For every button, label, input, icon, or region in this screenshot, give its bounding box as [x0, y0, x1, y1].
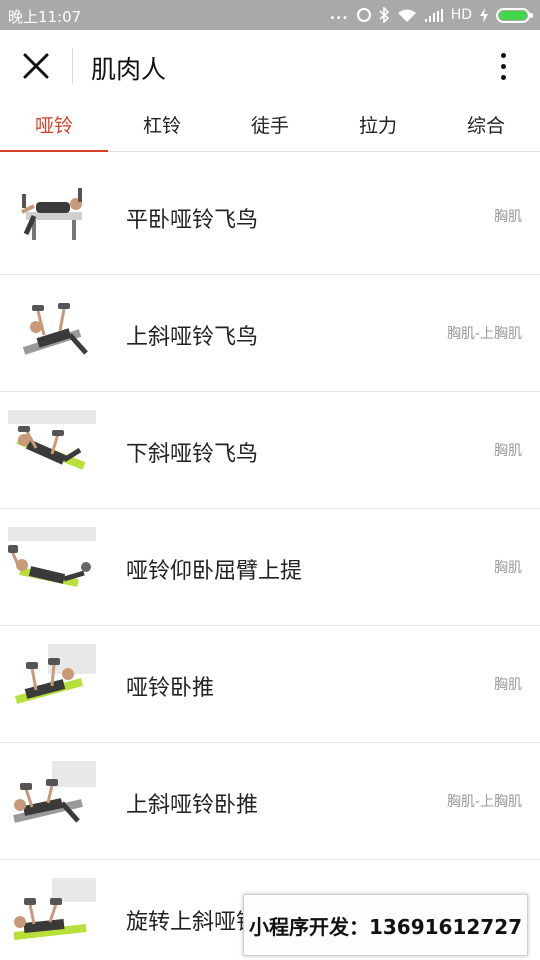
exercise-thumbnail: [8, 410, 96, 490]
list-item[interactable]: 平卧哑铃飞鸟 胸肌: [0, 158, 540, 275]
muscle-tag: 胸肌: [494, 443, 522, 459]
exercise-list: 平卧哑铃飞鸟 胸肌 上斜哑铃飞鸟 胸肌-上胸肌 下斜哑铃飞鸟 胸肌 哑铃仰卧屈臂…: [0, 158, 540, 960]
wifi-icon: [397, 9, 416, 22]
exercise-name: 上斜哑铃卧推: [126, 793, 259, 818]
tab-bodyweight[interactable]: 徒手: [216, 102, 324, 151]
category-tabs: 哑铃 杠铃 徒手 拉力 综合: [0, 102, 540, 152]
muscle-tag: 胸肌: [494, 209, 522, 225]
exercise-name: 哑铃卧推: [126, 676, 215, 701]
tab-barbell[interactable]: 杠铃: [108, 102, 216, 151]
status-bar: 晚上11:07 ... HD: [0, 0, 540, 30]
muscle-tag: 胸肌-上胸肌: [446, 794, 522, 810]
list-item[interactable]: 下斜哑铃飞鸟 胸肌: [0, 392, 540, 509]
promo-banner[interactable]: 小程序开发：13691612727: [243, 894, 528, 956]
close-icon: [23, 53, 49, 79]
muscle-tag: 胸肌: [494, 677, 522, 693]
list-item[interactable]: 上斜哑铃飞鸟 胸肌-上胸肌: [0, 275, 540, 392]
exercise-name: 平卧哑铃飞鸟: [126, 208, 259, 233]
exercise-name: 下斜哑铃飞鸟: [126, 442, 259, 467]
status-time: 晚上11:07: [8, 8, 82, 26]
bluetooth-icon: [379, 7, 389, 23]
exercise-thumbnail: [8, 761, 96, 841]
exercise-name: 上斜哑铃飞鸟: [126, 325, 259, 350]
nav-divider: [72, 48, 73, 84]
exercise-thumbnail: [8, 176, 96, 256]
exercise-thumbnail: [8, 527, 96, 607]
exercise-thumbnail: [8, 644, 96, 724]
more-options-button[interactable]: [488, 48, 518, 84]
tab-cable[interactable]: 拉力: [324, 102, 432, 151]
close-button[interactable]: [16, 48, 56, 84]
list-item[interactable]: 哑铃仰卧屈臂上提 胸肌: [0, 509, 540, 626]
network-type-label: HD: [450, 7, 472, 23]
list-item[interactable]: 哑铃卧推 胸肌: [0, 626, 540, 743]
exercise-thumbnail: [8, 878, 96, 958]
tab-combined[interactable]: 综合: [432, 102, 540, 151]
navigation-bar: 肌肉人: [0, 30, 540, 102]
battery-icon: [496, 7, 533, 23]
exercise-thumbnail: [8, 293, 96, 373]
list-item[interactable]: 上斜哑铃卧推 胸肌-上胸肌: [0, 743, 540, 860]
exercise-name: 旋转上斜哑铃: [126, 910, 259, 935]
muscle-tag: 胸肌: [494, 560, 522, 576]
more-vertical-icon: [500, 52, 506, 58]
charging-icon: [480, 7, 488, 23]
page-title: 肌肉人: [91, 55, 167, 84]
status-icons: ... HD: [329, 5, 533, 25]
tab-dumbbell[interactable]: 哑铃: [0, 102, 108, 152]
exercise-name: 哑铃仰卧屈臂上提: [126, 559, 303, 584]
muscle-tag: 胸肌-上胸肌: [446, 326, 522, 342]
sync-icon: [356, 8, 371, 22]
notification-dots: ...: [329, 7, 349, 23]
signal-icon: [424, 8, 443, 22]
